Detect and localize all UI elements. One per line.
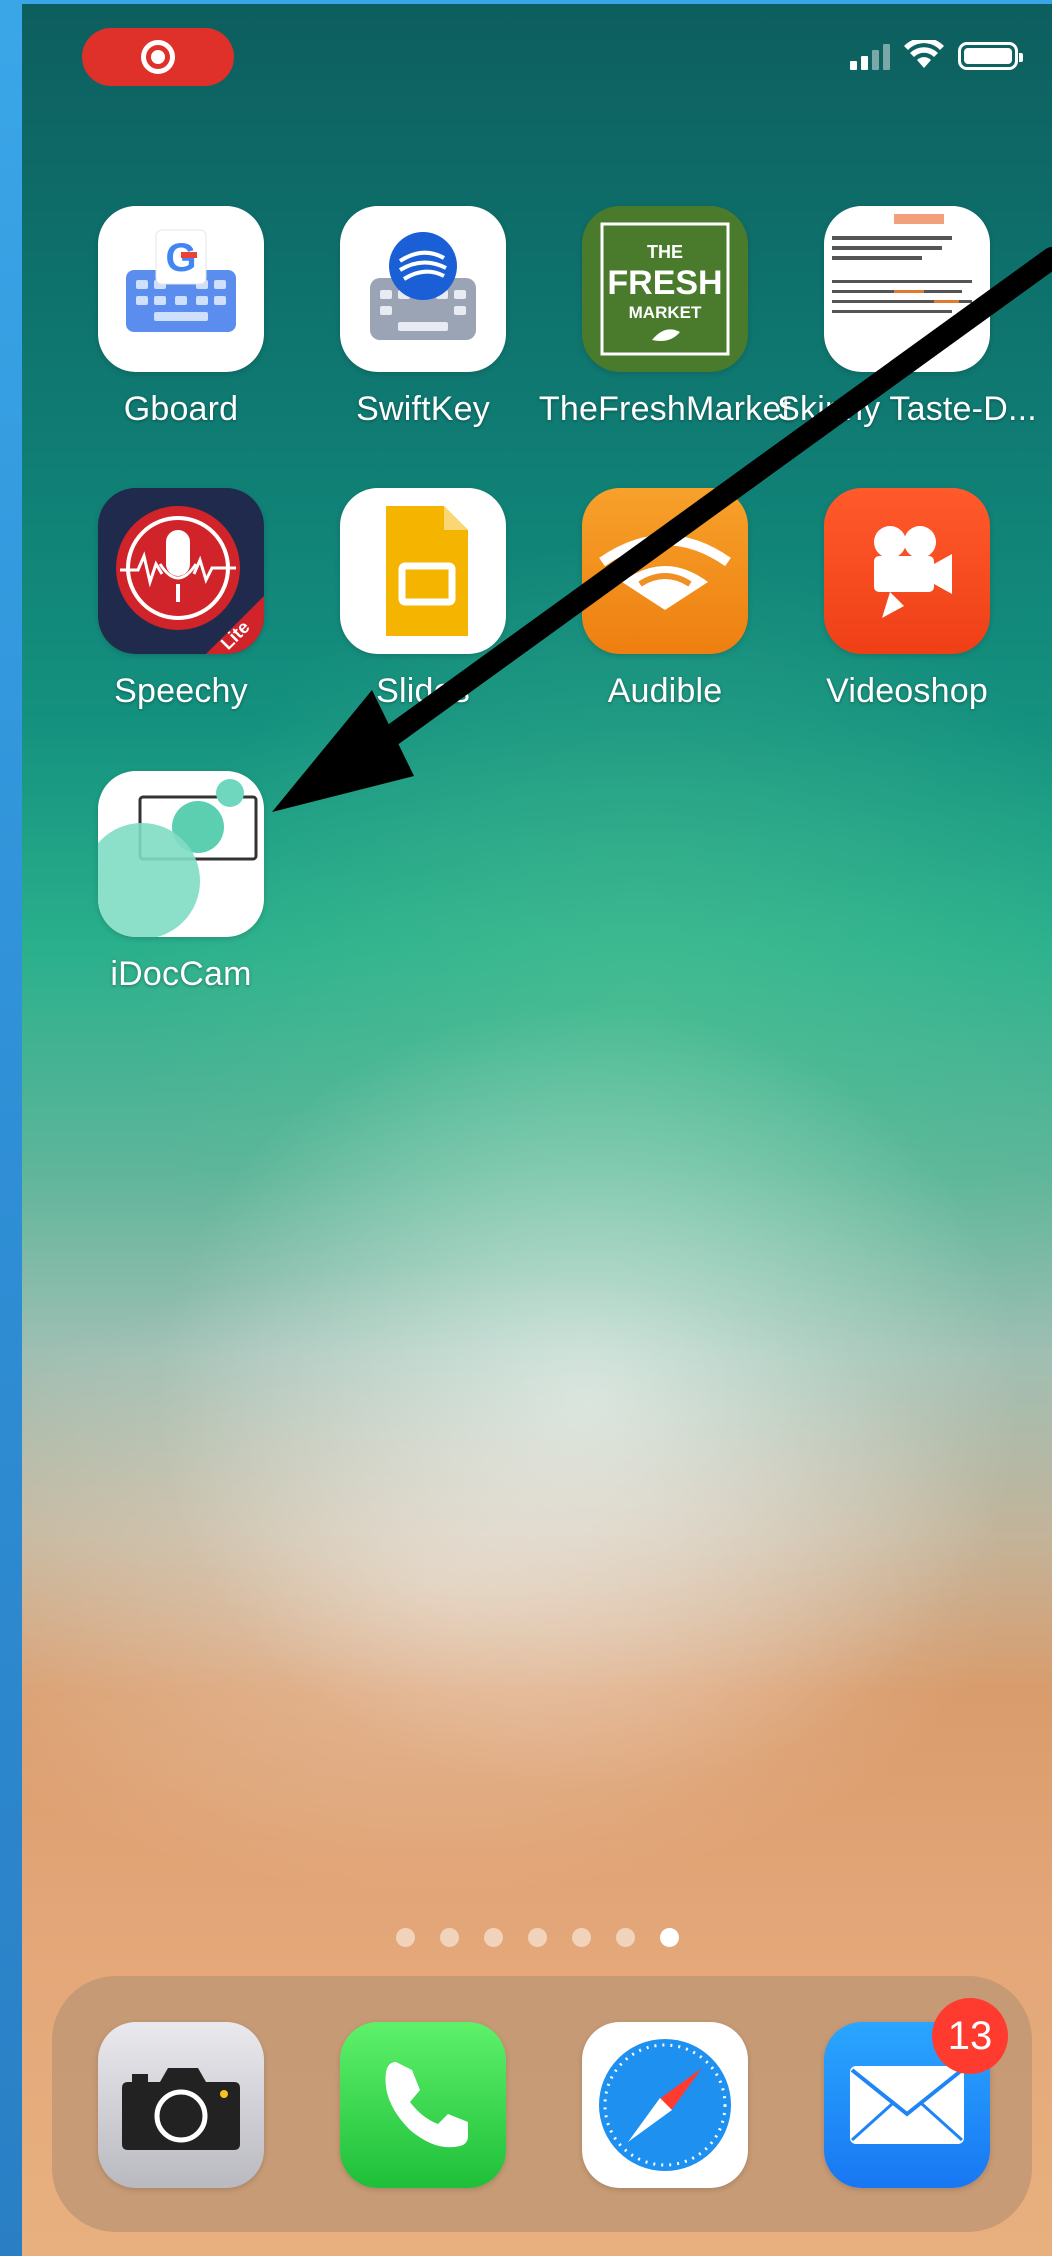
- app-label: SwiftKey: [356, 390, 490, 428]
- app-label: TheFreshMarket: [538, 390, 792, 428]
- screen-recording-indicator[interactable]: [82, 28, 234, 86]
- app-speechy[interactable]: Lite Speechy: [60, 488, 302, 711]
- screenshot-frame: G Gboard SwiftKey THE: [0, 0, 1052, 2256]
- record-icon: [141, 40, 175, 74]
- mail-badge: 13: [932, 1998, 1008, 2074]
- page-dot[interactable]: [483, 1928, 503, 1947]
- cellular-signal-icon: [850, 42, 890, 70]
- app-label: Audible: [607, 672, 723, 710]
- app-slides[interactable]: Slides: [302, 488, 544, 711]
- idoccam-icon: [98, 771, 264, 937]
- phone-icon[interactable]: [340, 2022, 506, 2188]
- fresh-market-icon: THE FRESH MARKET: [582, 206, 748, 372]
- page-dot[interactable]: [527, 1928, 547, 1947]
- swiftkey-icon: [340, 206, 506, 372]
- page-dot[interactable]: [395, 1928, 415, 1947]
- top-border: [22, 0, 1052, 4]
- app-audible[interactable]: Audible: [544, 488, 786, 711]
- status-bar-right: [850, 40, 1023, 70]
- camera-icon[interactable]: [98, 2022, 264, 2188]
- speechy-icon: Lite: [98, 488, 264, 654]
- page-indicator[interactable]: [22, 1928, 1052, 1947]
- page-dot-active[interactable]: [659, 1928, 679, 1947]
- fresh-market-the: THE: [647, 242, 683, 262]
- page-dot[interactable]: [571, 1928, 591, 1947]
- app-swiftkey[interactable]: SwiftKey: [302, 206, 544, 429]
- app-videoshop[interactable]: Videoshop: [786, 488, 1028, 711]
- app-idoccam[interactable]: iDocCam: [60, 771, 302, 994]
- dock: 13: [52, 1976, 1032, 2232]
- app-label: iDocCam: [110, 955, 252, 993]
- app-label: Speechy: [114, 672, 248, 710]
- page-dot[interactable]: [439, 1928, 459, 1947]
- home-screen: G Gboard SwiftKey THE: [22, 0, 1052, 2256]
- app-skinny-taste[interactable]: Skinny Taste-D...: [777, 206, 1037, 429]
- fresh-market-market: MARKET: [629, 303, 702, 322]
- app-label: Skinny Taste-D...: [777, 390, 1037, 428]
- fresh-market-fresh: FRESH: [607, 264, 722, 302]
- gboard-icon: G: [98, 206, 264, 372]
- page-dot[interactable]: [615, 1928, 635, 1947]
- wifi-icon: [904, 40, 944, 68]
- mail-icon[interactable]: 13: [824, 1998, 1008, 2188]
- videoshop-icon: [824, 488, 990, 654]
- app-label: Gboard: [123, 390, 239, 428]
- battery-icon: [958, 42, 1023, 70]
- app-label: Slides: [376, 672, 470, 710]
- safari-icon[interactable]: [582, 2022, 748, 2188]
- audible-icon: [582, 488, 748, 654]
- slides-icon: [340, 488, 506, 654]
- app-gboard[interactable]: G Gboard: [60, 206, 302, 429]
- app-label: Videoshop: [826, 672, 988, 710]
- app-thefreshmarket[interactable]: THE FRESH MARKET TheFreshMarket: [539, 206, 791, 429]
- skinny-taste-icon: [824, 206, 990, 372]
